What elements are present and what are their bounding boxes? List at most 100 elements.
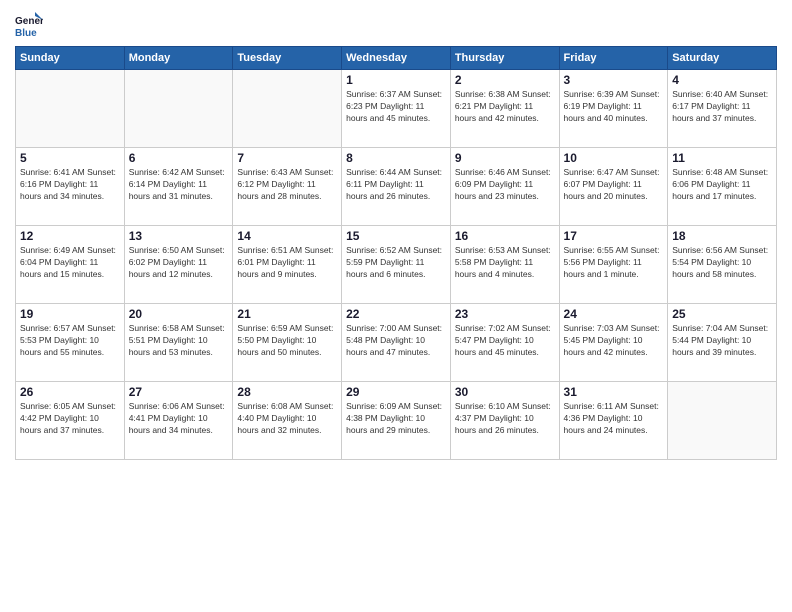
day-info: Sunrise: 6:39 AM Sunset: 6:19 PM Dayligh… — [564, 89, 664, 125]
day-number: 29 — [346, 385, 446, 399]
calendar-cell: 4 Sunrise: 6:40 AM Sunset: 6:17 PM Daylig… — [668, 70, 777, 148]
day-info: Sunrise: 6:38 AM Sunset: 6:21 PM Dayligh… — [455, 89, 555, 125]
day-number: 3 — [564, 73, 664, 87]
day-info: Sunrise: 6:40 AM Sunset: 6:17 PM Dayligh… — [672, 89, 772, 125]
day-number: 28 — [237, 385, 337, 399]
day-number: 18 — [672, 229, 772, 243]
calendar-cell: 14 Sunrise: 6:51 AM Sunset: 6:01 PM Dayli… — [233, 226, 342, 304]
calendar-cell: 15 Sunrise: 6:52 AM Sunset: 5:59 PM Dayli… — [342, 226, 451, 304]
logo-icon: General Blue — [15, 10, 43, 38]
day-info: Sunrise: 6:49 AM Sunset: 6:04 PM Dayligh… — [20, 245, 120, 281]
calendar-cell — [16, 70, 125, 148]
day-number: 20 — [129, 307, 229, 321]
day-info: Sunrise: 6:53 AM Sunset: 5:58 PM Dayligh… — [455, 245, 555, 281]
day-info: Sunrise: 7:04 AM Sunset: 5:44 PM Dayligh… — [672, 323, 772, 359]
day-info: Sunrise: 6:51 AM Sunset: 6:01 PM Dayligh… — [237, 245, 337, 281]
day-info: Sunrise: 7:00 AM Sunset: 5:48 PM Dayligh… — [346, 323, 446, 359]
day-number: 19 — [20, 307, 120, 321]
day-info: Sunrise: 7:03 AM Sunset: 5:45 PM Dayligh… — [564, 323, 664, 359]
day-info: Sunrise: 6:59 AM Sunset: 5:50 PM Dayligh… — [237, 323, 337, 359]
day-info: Sunrise: 6:10 AM Sunset: 4:37 PM Dayligh… — [455, 401, 555, 437]
calendar-cell: 27Sunrise: 6:06 AM Sunset: 4:41 PM Dayli… — [124, 382, 233, 460]
calendar-cell: 16 Sunrise: 6:53 AM Sunset: 5:58 PM Dayli… — [450, 226, 559, 304]
day-info: Sunrise: 6:56 AM Sunset: 5:54 PM Dayligh… — [672, 245, 772, 281]
calendar-cell: 18 Sunrise: 6:56 AM Sunset: 5:54 PM Dayli… — [668, 226, 777, 304]
day-number: 5 — [20, 151, 120, 165]
calendar-cell: 24Sunrise: 7:03 AM Sunset: 5:45 PM Dayli… — [559, 304, 668, 382]
weekday-header: Thursday — [450, 47, 559, 70]
calendar-cell: 21 Sunrise: 6:59 AM Sunset: 5:50 PM Dayli… — [233, 304, 342, 382]
day-number: 16 — [455, 229, 555, 243]
header-row: SundayMondayTuesdayWednesdayThursdayFrid… — [16, 47, 777, 70]
weekday-header: Sunday — [16, 47, 125, 70]
calendar-week-row: 26Sunrise: 6:05 AM Sunset: 4:42 PM Dayli… — [16, 382, 777, 460]
day-info: Sunrise: 6:08 AM Sunset: 4:40 PM Dayligh… — [237, 401, 337, 437]
weekday-header: Friday — [559, 47, 668, 70]
calendar-cell: 25 Sunrise: 7:04 AM Sunset: 5:44 PM Dayli… — [668, 304, 777, 382]
weekday-header: Wednesday — [342, 47, 451, 70]
day-info: Sunrise: 6:52 AM Sunset: 5:59 PM Dayligh… — [346, 245, 446, 281]
weekday-header: Monday — [124, 47, 233, 70]
calendar-cell: 7Sunrise: 6:43 AM Sunset: 6:12 PM Daylig… — [233, 148, 342, 226]
day-number: 21 — [237, 307, 337, 321]
day-number: 7 — [237, 151, 337, 165]
calendar-cell: 31 Sunrise: 6:11 AM Sunset: 4:36 PM Dayli… — [559, 382, 668, 460]
day-number: 13 — [129, 229, 229, 243]
calendar-cell: 22 Sunrise: 7:00 AM Sunset: 5:48 PM Dayli… — [342, 304, 451, 382]
day-info: Sunrise: 6:06 AM Sunset: 4:41 PM Dayligh… — [129, 401, 229, 437]
calendar-cell: 11Sunrise: 6:48 AM Sunset: 6:06 PM Dayli… — [668, 148, 777, 226]
calendar-cell: 28 Sunrise: 6:08 AM Sunset: 4:40 PM Dayli… — [233, 382, 342, 460]
logo: General Blue — [15, 10, 47, 38]
calendar-cell: 6Sunrise: 6:42 AM Sunset: 6:14 PM Daylig… — [124, 148, 233, 226]
day-number: 12 — [20, 229, 120, 243]
page: General Blue SundayMondayTuesdayWednesda… — [0, 0, 792, 612]
day-number: 4 — [672, 73, 772, 87]
day-info: Sunrise: 6:50 AM Sunset: 6:02 PM Dayligh… — [129, 245, 229, 281]
calendar-cell: 8 Sunrise: 6:44 AM Sunset: 6:11 PM Daylig… — [342, 148, 451, 226]
day-info: Sunrise: 6:05 AM Sunset: 4:42 PM Dayligh… — [20, 401, 120, 437]
day-info: Sunrise: 6:55 AM Sunset: 5:56 PM Dayligh… — [564, 245, 664, 281]
day-number: 31 — [564, 385, 664, 399]
calendar-cell — [668, 382, 777, 460]
calendar-cell: 9 Sunrise: 6:46 AM Sunset: 6:09 PM Daylig… — [450, 148, 559, 226]
calendar-cell: 2 Sunrise: 6:38 AM Sunset: 6:21 PM Daylig… — [450, 70, 559, 148]
day-number: 23 — [455, 307, 555, 321]
day-number: 11 — [672, 151, 772, 165]
day-info: Sunrise: 7:02 AM Sunset: 5:47 PM Dayligh… — [455, 323, 555, 359]
calendar-cell: 26Sunrise: 6:05 AM Sunset: 4:42 PM Dayli… — [16, 382, 125, 460]
calendar-cell: 29 Sunrise: 6:09 AM Sunset: 4:38 PM Dayli… — [342, 382, 451, 460]
day-number: 17 — [564, 229, 664, 243]
day-number: 8 — [346, 151, 446, 165]
day-info: Sunrise: 6:57 AM Sunset: 5:53 PM Dayligh… — [20, 323, 120, 359]
header: General Blue — [15, 10, 777, 38]
day-info: Sunrise: 6:42 AM Sunset: 6:14 PM Dayligh… — [129, 167, 229, 203]
day-info: Sunrise: 6:44 AM Sunset: 6:11 PM Dayligh… — [346, 167, 446, 203]
day-number: 1 — [346, 73, 446, 87]
day-number: 2 — [455, 73, 555, 87]
calendar-cell: 10 Sunrise: 6:47 AM Sunset: 6:07 PM Dayli… — [559, 148, 668, 226]
calendar-cell: 30 Sunrise: 6:10 AM Sunset: 4:37 PM Dayli… — [450, 382, 559, 460]
calendar-cell: 1 Sunrise: 6:37 AM Sunset: 6:23 PM Daylig… — [342, 70, 451, 148]
calendar-cell: 19 Sunrise: 6:57 AM Sunset: 5:53 PM Dayli… — [16, 304, 125, 382]
day-number: 25 — [672, 307, 772, 321]
day-info: Sunrise: 6:47 AM Sunset: 6:07 PM Dayligh… — [564, 167, 664, 203]
day-number: 30 — [455, 385, 555, 399]
day-number: 22 — [346, 307, 446, 321]
day-info: Sunrise: 6:09 AM Sunset: 4:38 PM Dayligh… — [346, 401, 446, 437]
calendar-cell: 12 Sunrise: 6:49 AM Sunset: 6:04 PM Dayli… — [16, 226, 125, 304]
day-number: 9 — [455, 151, 555, 165]
calendar-week-row: 19 Sunrise: 6:57 AM Sunset: 5:53 PM Dayli… — [16, 304, 777, 382]
calendar-cell: 17 Sunrise: 6:55 AM Sunset: 5:56 PM Dayli… — [559, 226, 668, 304]
day-number: 10 — [564, 151, 664, 165]
calendar-table: SundayMondayTuesdayWednesdayThursdayFrid… — [15, 46, 777, 460]
calendar-cell: 13 Sunrise: 6:50 AM Sunset: 6:02 PM Dayli… — [124, 226, 233, 304]
day-info: Sunrise: 6:46 AM Sunset: 6:09 PM Dayligh… — [455, 167, 555, 203]
day-number: 14 — [237, 229, 337, 243]
calendar-week-row: 12 Sunrise: 6:49 AM Sunset: 6:04 PM Dayli… — [16, 226, 777, 304]
calendar-cell: 3 Sunrise: 6:39 AM Sunset: 6:19 PM Daylig… — [559, 70, 668, 148]
day-info: Sunrise: 6:37 AM Sunset: 6:23 PM Dayligh… — [346, 89, 446, 125]
day-number: 15 — [346, 229, 446, 243]
weekday-header: Saturday — [668, 47, 777, 70]
day-info: Sunrise: 6:41 AM Sunset: 6:16 PM Dayligh… — [20, 167, 120, 203]
day-info: Sunrise: 6:11 AM Sunset: 4:36 PM Dayligh… — [564, 401, 664, 437]
